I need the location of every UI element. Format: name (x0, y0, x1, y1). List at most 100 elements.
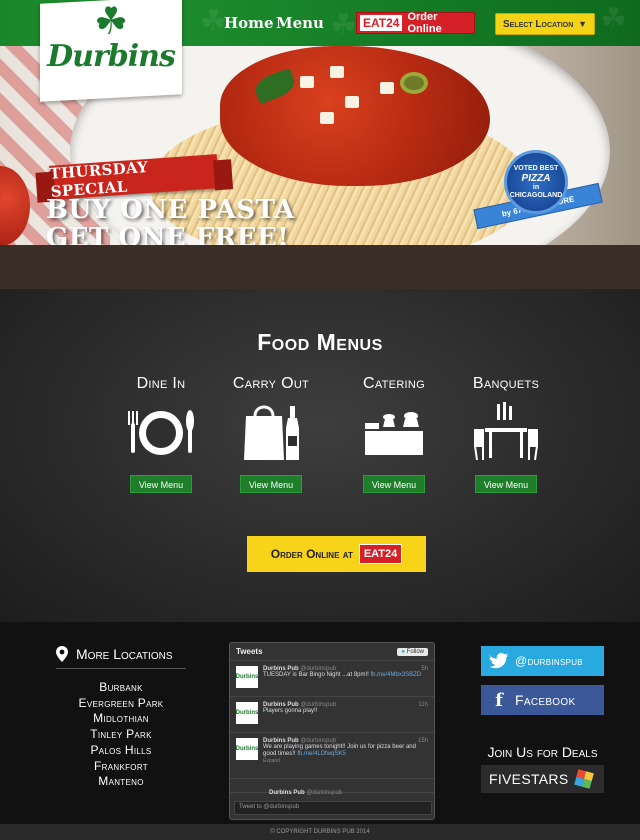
divider-strip (0, 245, 640, 289)
footer-section: More Locations Burbank Evergreen Park Mi… (0, 622, 640, 824)
avatar[interactable]: Durbins (236, 738, 258, 760)
brand-name: Durbins (47, 39, 175, 74)
avatar[interactable]: Durbins (236, 702, 258, 724)
tweets-header: Tweets ● Follow (230, 643, 434, 661)
badge-line-4: CHICAGOLAND (509, 192, 563, 199)
clover-pattern-icon: ☘ (330, 9, 357, 42)
eat24-logo: EAT24 (360, 15, 403, 31)
menu-label-catering: Catering (362, 375, 426, 392)
tweet-item[interactable]: Durbins Pub @durbinspub (230, 779, 434, 796)
tweet-handle: @durbinspub (306, 790, 343, 796)
select-location-label: Select Location (503, 18, 574, 30)
tweets-title: Tweets (236, 647, 263, 656)
menu-card-carry-out: Carry Out View Menu (211, 375, 331, 493)
menu-card-catering: Catering View Menu (334, 375, 454, 493)
olive-image (400, 72, 428, 94)
join-deals-title: Join Us for Deals (487, 744, 598, 760)
badge-line-2: PIZZA (521, 173, 551, 184)
food-menus-section: Food Menus Dine In View Menu Carry Out V… (0, 289, 640, 622)
plate-cutlery-icon (101, 401, 221, 463)
twitter-feed-widget[interactable]: Tweets ● Follow Durbins Durbins Pub @dur… (229, 642, 435, 820)
shopping-bag-bottle-icon (211, 401, 331, 463)
badge-line-1: VOTED BEST (513, 165, 559, 172)
tweet-item[interactable]: Durbins Durbins Pub @durbinspub 15h We a… (230, 733, 434, 779)
cheese-image (330, 66, 344, 78)
tweet-body-text: Players gonna play!! (263, 708, 318, 714)
cheese-image (345, 96, 359, 108)
tweet-to-input[interactable]: Tweet to @durbinspub (234, 801, 432, 815)
cheese-image (300, 76, 314, 88)
facebook-button[interactable]: f Facebook (481, 685, 604, 715)
eat24-order-online-button[interactable]: EAT24 Order Online (356, 11, 475, 35)
chevron-down-icon: ▼ (578, 19, 587, 29)
more-locations-title: More Locations (76, 646, 173, 662)
headline-line-2: GET ONE FREE! (46, 223, 290, 245)
view-menu-button-catering[interactable]: View Menu (363, 475, 425, 493)
tweet-author-name: Durbins Pub (269, 790, 305, 796)
hero-headline: BUY ONE PASTA GET ONE FREE! (46, 196, 295, 245)
tweet-timestamp[interactable]: 5h (421, 666, 428, 672)
headline-line-1: BUY ONE PASTA (46, 195, 295, 225)
menu-card-banquets: Banquets View Menu (446, 375, 566, 493)
clover-pattern-icon: ☘ (600, 3, 627, 36)
tweet-item[interactable]: Durbins Durbins Pub @durbinspub 11h Play… (230, 697, 434, 733)
order-online-label: Order Online (407, 11, 442, 35)
facebook-label: Facebook (515, 692, 576, 708)
location-link-tinley-park[interactable]: Tinley Park (56, 727, 186, 743)
view-menu-button-banquets[interactable]: View Menu (475, 475, 537, 493)
fivestars-button[interactable]: FIVESTARS (481, 765, 604, 793)
nav-menu-link[interactable]: Menu (276, 14, 324, 32)
menu-label-banquets: Banquets (472, 375, 540, 392)
tweet-item[interactable]: Durbins Durbins Pub @durbinspub 5h TUESD… (230, 661, 434, 697)
fivestars-label: FIVESTARS (489, 771, 569, 787)
cheese-image (320, 112, 334, 124)
tweet-timestamp[interactable]: 11h (418, 702, 428, 708)
location-link-midlothian[interactable]: Midlothian (56, 711, 186, 727)
tweet-text: We are playing games tonight!! Join us f… (263, 744, 428, 758)
location-link-frankfort[interactable]: Frankfort (56, 759, 186, 775)
twitter-handle-label: @durbinspub (515, 654, 583, 668)
copyright-footer: © COPYRIGHT DURBINS PUB 2014 (0, 824, 640, 840)
tweet-expand-link[interactable]: Expand (263, 758, 428, 764)
tweet-author[interactable]: Durbins Pub @durbinspub (269, 790, 342, 796)
view-menu-button-carry-out[interactable]: View Menu (240, 475, 302, 493)
fivestars-logo-icon (574, 769, 595, 789)
clover-pattern-icon: ☘ (200, 5, 227, 38)
divider (56, 668, 186, 669)
badge-line-3: in (532, 184, 540, 191)
follow-button[interactable]: ● Follow (397, 647, 428, 656)
location-link-evergreen-park[interactable]: Evergreen Park (56, 696, 186, 712)
buffet-table-icon (334, 401, 454, 463)
facebook-icon: f (495, 689, 503, 711)
follow-label: Follow (406, 648, 424, 655)
twitter-bird-icon (489, 653, 509, 669)
tweet-link[interactable]: fb.me/4LDfwqSK5 (297, 751, 345, 757)
tweet-body-text: TUESDAY is Bar Bingo Night ...at 8pm!! (263, 672, 369, 678)
menu-label-carry-out: Carry Out (232, 375, 310, 392)
more-locations-heading: More Locations (56, 646, 173, 662)
banquet-table-chairs-icon (446, 401, 566, 463)
eat24-logo: EAT24 (358, 544, 403, 564)
food-menus-title: Food Menus (257, 329, 383, 355)
nav-home-link[interactable]: Home (224, 14, 274, 32)
location-link-manteno[interactable]: Manteno (56, 774, 186, 790)
award-badge: VOTED BEST PIZZA in CHICAGOLAND (504, 150, 568, 214)
durbins-logo[interactable]: ☘ Durbins (40, 0, 182, 102)
order-online-eat24-button[interactable]: Order Online at EAT24 (247, 536, 426, 572)
view-menu-button-dine-in[interactable]: View Menu (130, 475, 192, 493)
map-pin-icon (56, 646, 68, 662)
twitter-bird-icon: ● (401, 648, 405, 655)
location-link-palos-hills[interactable]: Palos Hills (56, 743, 186, 759)
tweet-link[interactable]: fb.me/4Mbx3SBZD (371, 672, 422, 678)
twitter-follow-button[interactable]: @durbinspub (481, 646, 604, 676)
location-link-burbank[interactable]: Burbank (56, 680, 186, 696)
cheese-image (380, 82, 394, 94)
tweet-timestamp[interactable]: 15h (418, 738, 428, 744)
menu-label-dine-in: Dine In (136, 375, 186, 392)
avatar[interactable]: Durbins (236, 666, 258, 688)
shamrock-icon: ☘ (93, 1, 129, 43)
select-location-dropdown[interactable]: Select Location ▼ (495, 13, 595, 35)
tweet-text: TUESDAY is Bar Bingo Night ...at 8pm!! f… (263, 672, 428, 679)
order-online-label: Order Online at (270, 547, 353, 561)
menu-card-dine-in: Dine In View Menu (101, 375, 221, 493)
